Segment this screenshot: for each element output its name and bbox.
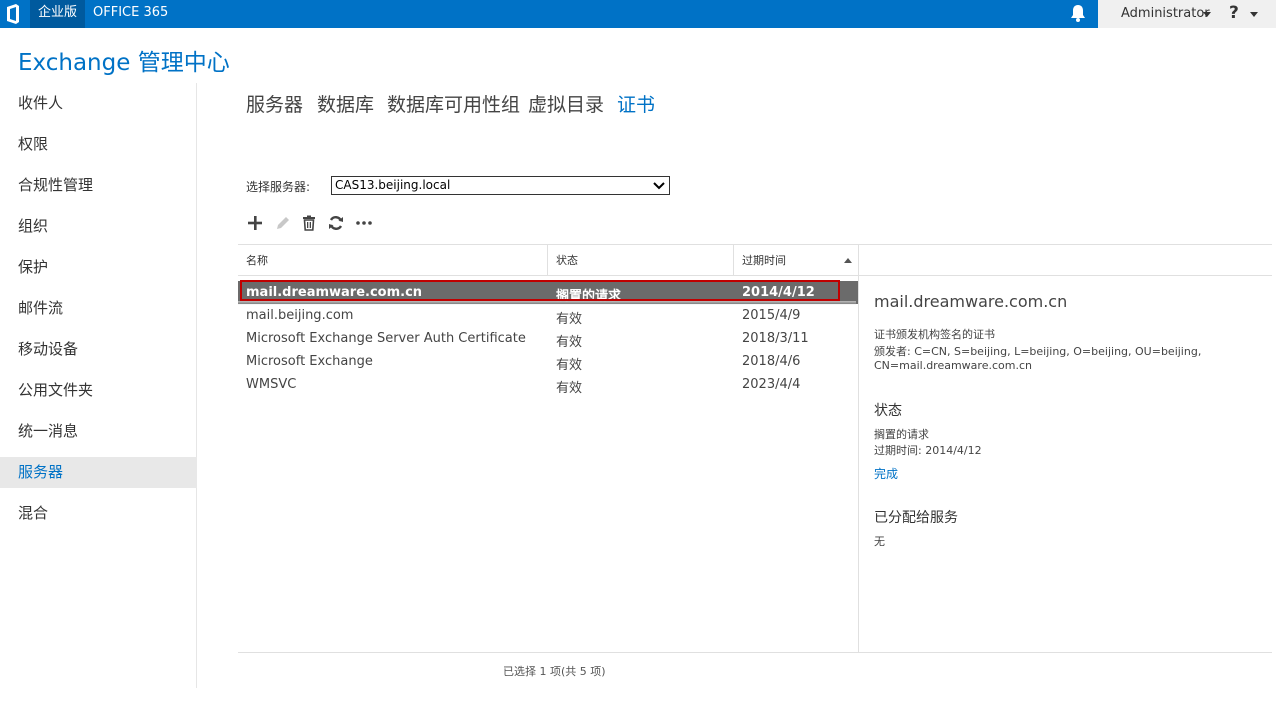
details-status-value: 搁置的请求 xyxy=(874,428,929,441)
app-title: Exchange 管理中心 xyxy=(18,50,230,76)
cell-expires: 2015/4/9 xyxy=(742,308,801,323)
table-row[interactable]: Microsoft Exchange Server Auth Certifica… xyxy=(238,327,858,350)
tab-certificates[interactable]: 证书 xyxy=(617,90,655,117)
cell-expires: 2018/3/11 xyxy=(742,331,809,346)
tab-dag[interactable]: 数据库可用性组 xyxy=(387,90,520,117)
selection-count: 已选择 1 项(共 5 项) xyxy=(503,665,606,678)
notifications-button[interactable] xyxy=(1060,0,1098,28)
column-divider xyxy=(547,245,548,275)
server-select-label: 选择服务器: xyxy=(246,180,311,194)
cell-name: WMSVC xyxy=(246,377,297,392)
tab-servers[interactable]: 服务器 xyxy=(246,90,303,117)
chevron-down-icon[interactable] xyxy=(1203,12,1211,17)
details-cert-type: 证书颁发机构签名的证书 xyxy=(874,328,995,341)
edition-link[interactable]: 企业版 xyxy=(30,0,86,28)
details-title: mail.dreamware.com.cn xyxy=(874,292,1068,311)
cell-status: 有效 xyxy=(556,312,583,327)
table-row[interactable]: WMSVC 有效 2023/4/4 xyxy=(238,373,858,396)
nav-item-public-folders[interactable]: 公用文件夹 xyxy=(0,375,197,406)
details-issuer-line2: CN=mail.dreamware.com.cn xyxy=(874,359,1032,372)
top-bar: 企业版 OFFICE 365 Administrator ? xyxy=(0,0,1276,28)
cell-expires: 2018/4/6 xyxy=(742,354,801,369)
cell-name: Microsoft Exchange Server Auth Certifica… xyxy=(246,331,526,346)
add-icon[interactable] xyxy=(246,214,264,232)
server-select[interactable]: CAS13.beijing.local xyxy=(331,176,670,195)
chevron-down-icon[interactable] xyxy=(652,180,666,191)
user-menu-area: Administrator ? xyxy=(1098,0,1276,28)
delete-icon[interactable] xyxy=(300,214,318,232)
selected-row-highlight xyxy=(240,280,840,301)
nav-item-protection[interactable]: 保护 xyxy=(0,252,197,283)
tab-virtual-directories[interactable]: 虚拟目录 xyxy=(528,90,604,117)
table-row[interactable]: Microsoft Exchange 有效 2018/4/6 xyxy=(238,350,858,373)
details-status-heading: 状态 xyxy=(874,403,902,419)
details-issuer-line1: 颁发者: C=CN, S=beijing, L=beijing, O=beiji… xyxy=(874,345,1202,358)
more-icon[interactable] xyxy=(355,214,373,232)
grid-bottom-border xyxy=(238,652,1272,653)
column-header-expires[interactable]: 过期时间 xyxy=(742,252,786,268)
grid-header-border xyxy=(238,275,1272,276)
nav-item-mail-flow[interactable]: 邮件流 xyxy=(0,293,197,324)
cell-name: mail.beijing.com xyxy=(246,308,354,323)
user-name-button[interactable]: Administrator xyxy=(1121,6,1210,21)
details-services-value: 无 xyxy=(874,535,885,548)
details-expires: 过期时间: 2014/4/12 xyxy=(874,444,982,457)
column-header-status[interactable]: 状态 xyxy=(556,252,578,268)
cell-status: 有效 xyxy=(556,358,583,373)
cell-expires: 2023/4/4 xyxy=(742,377,801,392)
nav-item-servers[interactable]: 服务器 xyxy=(0,457,197,488)
column-divider xyxy=(733,245,734,275)
nav-item-hybrid[interactable]: 混合 xyxy=(0,498,197,529)
cell-name: Microsoft Exchange xyxy=(246,354,373,369)
tab-databases[interactable]: 数据库 xyxy=(317,90,374,117)
column-header-name[interactable]: 名称 xyxy=(246,252,268,268)
cell-status: 有效 xyxy=(556,335,583,350)
help-icon[interactable]: ? xyxy=(1229,3,1239,23)
details-services-heading: 已分配给服务 xyxy=(874,510,958,526)
nav-item-compliance[interactable]: 合规性管理 xyxy=(0,170,197,201)
table-row[interactable]: mail.beijing.com 有效 2015/4/9 xyxy=(238,304,858,327)
office-365-link[interactable]: OFFICE 365 xyxy=(93,5,168,21)
nav-item-organization[interactable]: 组织 xyxy=(0,211,197,242)
nav-item-mobile[interactable]: 移动设备 xyxy=(0,334,197,365)
cell-status: 有效 xyxy=(556,381,583,396)
details-pane-divider xyxy=(858,245,859,652)
sort-ascending-icon[interactable] xyxy=(844,258,852,263)
nav-item-permissions[interactable]: 权限 xyxy=(0,129,197,160)
left-nav: 收件人 权限 合规性管理 组织 保护 邮件流 移动设备 公用文件夹 统一消息 服… xyxy=(0,83,197,688)
office-365-logo-icon[interactable] xyxy=(4,4,22,24)
chevron-down-icon[interactable] xyxy=(1250,12,1258,17)
edit-icon[interactable] xyxy=(274,214,292,232)
bell-icon xyxy=(1071,5,1085,22)
grid-top-border xyxy=(238,244,1272,245)
nav-item-recipients[interactable]: 收件人 xyxy=(0,88,197,119)
complete-request-link[interactable]: 完成 xyxy=(874,465,898,482)
nav-item-unified-messaging[interactable]: 统一消息 xyxy=(0,416,197,447)
refresh-icon[interactable] xyxy=(327,214,345,232)
